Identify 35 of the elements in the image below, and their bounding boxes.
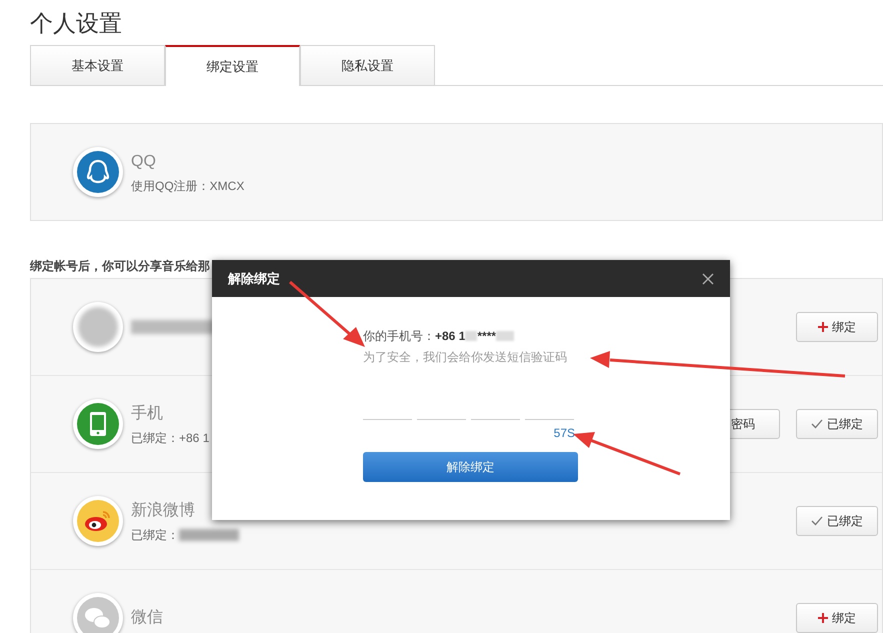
bound-button[interactable]: 已绑定 bbox=[796, 409, 878, 439]
countdown: 57S bbox=[554, 425, 575, 442]
blurred-digits bbox=[496, 331, 514, 341]
account-name: 微信 bbox=[131, 608, 163, 628]
bound-button[interactable]: 已绑定 bbox=[796, 506, 878, 536]
blurred-value bbox=[179, 528, 239, 540]
account-detail: 已绑定：+86 1 bbox=[131, 430, 210, 446]
account-detail: 已绑定： bbox=[131, 526, 179, 544]
check-icon bbox=[811, 516, 823, 526]
bind-note: 绑定帐号后，你可以分享音乐给那 bbox=[30, 258, 211, 274]
phone-mask: **** bbox=[477, 328, 496, 345]
account-name: 新浪微博 bbox=[131, 500, 195, 520]
bind-button[interactable]: 绑定 bbox=[796, 312, 878, 342]
plus-icon bbox=[818, 613, 828, 623]
tab[interactable]: 隐私设置 bbox=[300, 45, 435, 86]
account-detail: 使用QQ注册：XMCX bbox=[131, 178, 244, 194]
penguin-icon bbox=[73, 147, 123, 197]
phone-icon bbox=[73, 399, 123, 449]
account-name: QQ bbox=[131, 152, 157, 172]
plus-icon bbox=[818, 322, 828, 332]
social-logo-icon bbox=[73, 496, 123, 546]
check-icon bbox=[811, 419, 823, 429]
dialog-title: 解除绑定 bbox=[228, 270, 280, 288]
account-name: 手机 bbox=[131, 404, 163, 424]
blurred-digits bbox=[465, 331, 478, 341]
unbind-button[interactable]: 解除绑定 bbox=[363, 452, 578, 482]
phone-label: 你的手机号： bbox=[363, 328, 435, 345]
page-title: 个人设置 bbox=[30, 9, 123, 38]
close-icon[interactable] bbox=[702, 272, 714, 284]
security-hint: 为了安全，我们会给你发送短信验证码 bbox=[363, 349, 568, 366]
tab[interactable]: 绑定设置 bbox=[165, 45, 300, 86]
phone-prefix: +86 1 bbox=[435, 328, 466, 345]
bind-button[interactable]: 绑定 bbox=[796, 603, 878, 633]
tab[interactable]: 基本设置 bbox=[30, 45, 165, 86]
blurred-logo bbox=[73, 302, 123, 352]
